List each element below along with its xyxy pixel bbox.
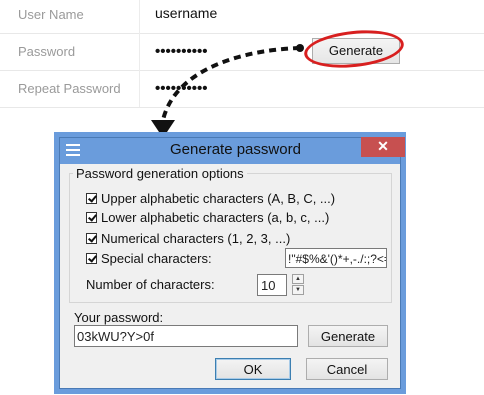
option-numeric[interactable]: Numerical characters (1, 2, 3, ...) (86, 229, 290, 247)
ok-button[interactable]: OK (215, 358, 291, 380)
generate-password-dialog: Generate password ✕ Password generation … (59, 137, 405, 389)
spin-up-icon[interactable]: ▲ (292, 274, 304, 284)
checkbox-checked-icon[interactable] (86, 192, 97, 204)
checkbox-checked-icon[interactable] (86, 232, 97, 244)
dialog-title: Generate password (170, 141, 301, 158)
option-upper-label: Upper alphabetic characters (A, B, C, ..… (101, 190, 336, 206)
option-special-label: Special characters: (101, 250, 212, 266)
group-title: Password generation options (73, 166, 247, 181)
menu-icon[interactable] (66, 144, 80, 158)
num-chars-input[interactable]: 10 (257, 274, 287, 296)
option-numeric-label: Numerical characters (1, 2, 3, ...) (101, 230, 291, 246)
your-password-label: Your password: (74, 310, 164, 325)
dialog-titlebar[interactable]: Generate password ✕ (60, 137, 405, 164)
close-button[interactable]: ✕ (361, 137, 405, 157)
spin-down-icon[interactable]: ▼ (292, 285, 304, 295)
cancel-button[interactable]: Cancel (306, 358, 388, 380)
checkbox-checked-icon[interactable] (86, 211, 97, 223)
generate-button[interactable]: Generate (308, 325, 388, 347)
num-chars-label: Number of characters: (86, 277, 215, 292)
special-chars-input[interactable]: !"#$%&'()*+,-./:;?<=>?@[\]^_ (285, 248, 387, 268)
checkbox-checked-icon[interactable] (86, 252, 97, 264)
close-icon: ✕ (377, 138, 389, 154)
your-password-input[interactable]: 03kWU?Y>0f (74, 325, 298, 347)
option-lower-label: Lower alphabetic characters (a, b, c, ..… (101, 209, 330, 225)
option-upper[interactable]: Upper alphabetic characters (A, B, C, ..… (86, 189, 335, 207)
option-lower[interactable]: Lower alphabetic characters (a, b, c, ..… (86, 208, 329, 226)
option-special[interactable]: Special characters: (86, 249, 212, 267)
